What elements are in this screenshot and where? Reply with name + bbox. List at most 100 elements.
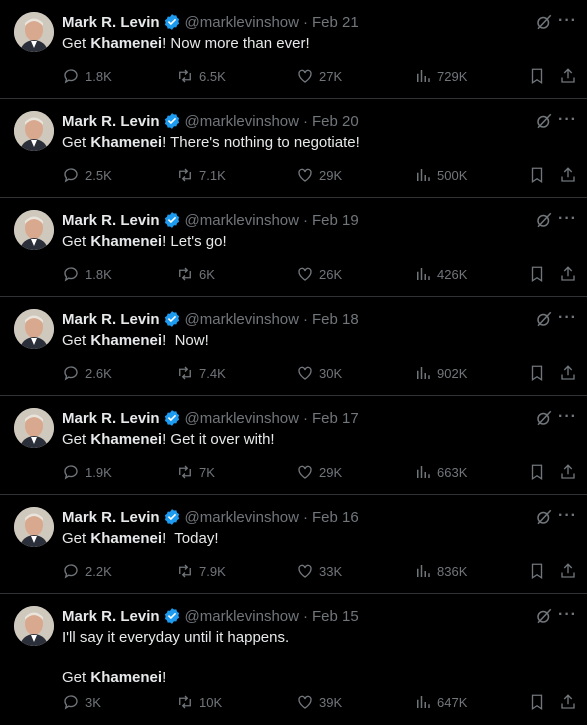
tweet[interactable]: Mark R. Levin @marklevinshow · Feb 15 ··…: [0, 594, 587, 725]
grok-icon[interactable]: [535, 607, 553, 625]
avatar[interactable]: [14, 210, 54, 250]
grok-icon[interactable]: [535, 112, 553, 130]
author-handle[interactable]: @marklevinshow: [185, 509, 299, 526]
tweet-date[interactable]: Feb 16: [312, 509, 359, 526]
repost-button[interactable]: 7.9K: [176, 561, 226, 581]
share-button[interactable]: [559, 462, 577, 482]
reply-button[interactable]: 1.9K: [62, 462, 112, 482]
bookmark-button[interactable]: [528, 264, 546, 284]
views-icon: [417, 565, 430, 577]
more-icon[interactable]: ···: [558, 111, 577, 129]
tweet-date[interactable]: Feb 17: [312, 410, 359, 427]
author-handle[interactable]: @marklevinshow: [185, 113, 299, 130]
author-name[interactable]: Mark R. Levin: [62, 311, 160, 328]
bookmark-button[interactable]: [528, 66, 546, 86]
avatar[interactable]: [14, 12, 54, 52]
repost-button[interactable]: 6.5K: [176, 66, 226, 86]
author-name[interactable]: Mark R. Levin: [62, 509, 160, 526]
views-count: 647K: [437, 694, 468, 710]
views-button[interactable]: 647K: [414, 692, 467, 712]
views-button[interactable]: 426K: [414, 264, 467, 284]
like-button[interactable]: 29K: [296, 462, 342, 482]
views-icon: [417, 70, 430, 82]
grok-icon[interactable]: [535, 211, 553, 229]
author-name[interactable]: Mark R. Levin: [62, 113, 160, 130]
tweet[interactable]: Mark R. Levin @marklevinshow · Feb 18 ··…: [0, 297, 587, 396]
views-button[interactable]: 902K: [414, 363, 467, 383]
more-icon[interactable]: ···: [558, 408, 577, 426]
tweet-date[interactable]: Feb 20: [312, 113, 359, 130]
repost-button[interactable]: 10K: [176, 692, 222, 712]
share-button[interactable]: [559, 165, 577, 185]
author-name[interactable]: Mark R. Levin: [62, 410, 160, 427]
bookmark-button[interactable]: [528, 363, 546, 383]
reply-button[interactable]: 1.8K: [62, 264, 112, 284]
tweet[interactable]: Mark R. Levin @marklevinshow · Feb 16 ··…: [0, 495, 587, 594]
share-button[interactable]: [559, 264, 577, 284]
reply-button[interactable]: 2.6K: [62, 363, 112, 383]
views-button[interactable]: 836K: [414, 561, 467, 581]
tweet-header: Mark R. Levin @marklevinshow · Feb 16: [62, 507, 359, 527]
share-button[interactable]: [559, 363, 577, 383]
more-icon[interactable]: ···: [558, 12, 577, 30]
like-button[interactable]: 33K: [296, 561, 342, 581]
more-icon[interactable]: ···: [558, 309, 577, 327]
like-button[interactable]: 27K: [296, 66, 342, 86]
tweet-header: Mark R. Levin @marklevinshow · Feb 20: [62, 111, 359, 131]
avatar[interactable]: [14, 111, 54, 151]
avatar[interactable]: [14, 309, 54, 349]
reply-button[interactable]: 2.5K: [62, 165, 112, 185]
like-button[interactable]: 39K: [296, 692, 342, 712]
reply-button[interactable]: 2.2K: [62, 561, 112, 581]
tweet[interactable]: Mark R. Levin @marklevinshow · Feb 17 ··…: [0, 396, 587, 495]
author-name[interactable]: Mark R. Levin: [62, 608, 160, 625]
author-handle[interactable]: @marklevinshow: [185, 410, 299, 427]
tweet-date[interactable]: Feb 19: [312, 212, 359, 229]
views-button[interactable]: 663K: [414, 462, 467, 482]
views-count: 729K: [437, 68, 468, 84]
reply-button[interactable]: 1.8K: [62, 66, 112, 86]
author-handle[interactable]: @marklevinshow: [185, 14, 299, 31]
tweet-date[interactable]: Feb 21: [312, 14, 359, 31]
repost-button[interactable]: 6K: [176, 264, 215, 284]
grok-icon[interactable]: [535, 310, 553, 328]
author-handle[interactable]: @marklevinshow: [185, 212, 299, 229]
repost-button[interactable]: 7.4K: [176, 363, 226, 383]
share-button[interactable]: [559, 692, 577, 712]
views-button[interactable]: 729K: [414, 66, 467, 86]
more-icon[interactable]: ···: [558, 210, 577, 228]
author-name[interactable]: Mark R. Levin: [62, 14, 160, 31]
views-button[interactable]: 500K: [414, 165, 467, 185]
more-icon[interactable]: ···: [558, 606, 577, 624]
grok-icon[interactable]: [535, 508, 553, 526]
tweet-text: Get Khamenei! There's nothing to negotia…: [62, 133, 360, 153]
grok-icon[interactable]: [535, 13, 553, 31]
avatar[interactable]: [14, 606, 54, 646]
bookmark-button[interactable]: [528, 561, 546, 581]
share-button[interactable]: [559, 66, 577, 86]
avatar[interactable]: [14, 507, 54, 547]
share-button[interactable]: [559, 561, 577, 581]
tweet[interactable]: Mark R. Levin @marklevinshow · Feb 20 ··…: [0, 99, 587, 198]
bookmark-button[interactable]: [528, 692, 546, 712]
bookmark-button[interactable]: [528, 462, 546, 482]
reply-button[interactable]: 3K: [62, 692, 101, 712]
verified-badge-icon: [164, 410, 179, 426]
repost-button[interactable]: 7.1K: [176, 165, 226, 185]
avatar[interactable]: [14, 408, 54, 448]
bookmark-button[interactable]: [528, 165, 546, 185]
tweet-date[interactable]: Feb 18: [312, 311, 359, 328]
like-button[interactable]: 29K: [296, 165, 342, 185]
tweet[interactable]: Mark R. Levin @marklevinshow · Feb 21 ··…: [0, 0, 587, 99]
like-count: 29K: [319, 167, 343, 183]
tweet-date[interactable]: Feb 15: [312, 608, 359, 625]
like-button[interactable]: 30K: [296, 363, 342, 383]
more-icon[interactable]: ···: [558, 507, 577, 525]
like-button[interactable]: 26K: [296, 264, 342, 284]
grok-icon[interactable]: [535, 409, 553, 427]
author-handle[interactable]: @marklevinshow: [185, 311, 299, 328]
author-name[interactable]: Mark R. Levin: [62, 212, 160, 229]
author-handle[interactable]: @marklevinshow: [185, 608, 299, 625]
tweet[interactable]: Mark R. Levin @marklevinshow · Feb 19 ··…: [0, 198, 587, 297]
repost-button[interactable]: 7K: [176, 462, 215, 482]
